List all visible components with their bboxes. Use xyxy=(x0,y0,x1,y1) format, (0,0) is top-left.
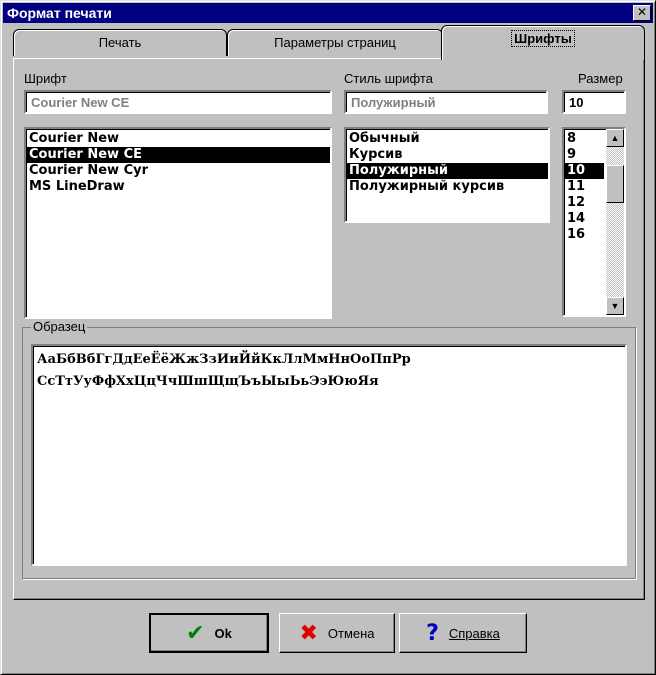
check-icon: ✔ xyxy=(186,620,205,646)
tab-print-label: Печать xyxy=(98,35,142,50)
scroll-down-button[interactable]: ▼ xyxy=(606,297,624,315)
question-icon: ? xyxy=(426,620,439,646)
tab-strip: Печать Параметры страниц Шрифты xyxy=(13,25,645,60)
size-value: 10 xyxy=(569,95,584,110)
cancel-label: Отмена xyxy=(327,625,375,641)
style-list-item[interactable]: Полужирный xyxy=(346,163,548,179)
font-label: Шрифт xyxy=(24,71,67,86)
cancel-button[interactable]: ✖ Отмена xyxy=(279,613,395,653)
size-label: Размер xyxy=(578,71,623,86)
style-list-item[interactable]: Курсив xyxy=(346,147,548,163)
tab-page-params-label: Параметры страниц xyxy=(274,35,396,50)
size-list-item[interactable]: 11 xyxy=(564,179,604,195)
style-value: Полужирный xyxy=(351,95,436,110)
size-list-item[interactable]: 10 xyxy=(564,163,604,179)
font-list-item[interactable]: Courier New xyxy=(26,131,330,147)
help-label: Справка xyxy=(448,625,500,641)
font-list-item[interactable]: Courier New Cyr xyxy=(26,163,330,179)
close-button[interactable]: ✕ xyxy=(633,5,651,21)
sample-preview: АаБбВбГгДдЕеЁёЖжЗзИиЙйКкЛлМмНнОоПпРр СсТ… xyxy=(31,344,627,566)
arrow-up-icon: ▲ xyxy=(610,133,620,143)
sample-label: Образец xyxy=(31,319,88,334)
sample-line-1: АаБбВбГгДдЕеЁёЖжЗзИиЙйКкЛлМмНнОоПпРр xyxy=(37,352,411,367)
size-list-item[interactable]: 9 xyxy=(564,147,604,163)
tab-fonts[interactable]: Шрифты xyxy=(441,25,645,60)
x-icon: ✖ xyxy=(299,620,318,646)
tab-print[interactable]: Печать xyxy=(13,29,227,56)
title-bar: Формат печати ✕ xyxy=(3,3,653,23)
font-name-value: Courier New CE xyxy=(31,95,130,110)
ok-button[interactable]: ✔ Ok xyxy=(149,613,269,653)
size-scrollbar[interactable]: ▲ ▼ xyxy=(606,129,624,315)
help-button[interactable]: ? Справка xyxy=(399,613,527,653)
font-list-item[interactable]: Courier New CE xyxy=(26,147,330,163)
font-list[interactable]: Courier New Courier New CE Courier New Cyr… xyxy=(24,127,332,319)
size-list-item[interactable]: 16 xyxy=(564,227,604,243)
font-name-field[interactable]: Courier New CE xyxy=(24,90,332,114)
sample-group: Образец АаБбВбГгДдЕеЁёЖжЗзИиЙйКкЛлМмНнОо… xyxy=(22,319,636,579)
size-list-item[interactable]: 14 xyxy=(564,211,604,227)
arrow-down-icon: ▼ xyxy=(610,301,620,311)
style-field[interactable]: Полужирный xyxy=(344,90,548,114)
close-icon: ✕ xyxy=(636,5,648,19)
style-list-item[interactable]: Полужирный курсив xyxy=(346,179,548,195)
fonts-panel: Шрифт Courier New CE Courier New Courier … xyxy=(13,58,645,600)
size-list-item[interactable]: 12 xyxy=(564,195,604,211)
size-list-item[interactable]: 8 xyxy=(564,131,604,147)
font-list-item[interactable]: MS LineDraw xyxy=(26,179,330,195)
scroll-up-button[interactable]: ▲ xyxy=(606,129,624,147)
style-list-item[interactable]: Обычный xyxy=(346,131,548,147)
size-field[interactable]: 10 xyxy=(562,90,626,114)
sample-line-2: СсТтУуФфХхЦцЧчШшЩщЪъЫыЬьЭэЮюЯя xyxy=(37,374,379,389)
scroll-thumb[interactable] xyxy=(606,165,624,203)
window-title: Формат печати xyxy=(7,5,112,21)
tab-page-params[interactable]: Параметры страниц xyxy=(227,29,443,56)
size-list[interactable]: 8 9 10 11 12 14 16 ▲ ▼ xyxy=(562,127,626,317)
style-label: Стиль шрифта xyxy=(344,71,433,86)
tab-fonts-label: Шрифты xyxy=(511,30,575,47)
ok-label: Ok xyxy=(214,625,232,641)
style-list[interactable]: Обычный Курсив Полужирный Полужирный курсив xyxy=(344,127,550,223)
print-format-dialog: Формат печати ✕ Печать Параметры страниц… xyxy=(0,0,656,675)
